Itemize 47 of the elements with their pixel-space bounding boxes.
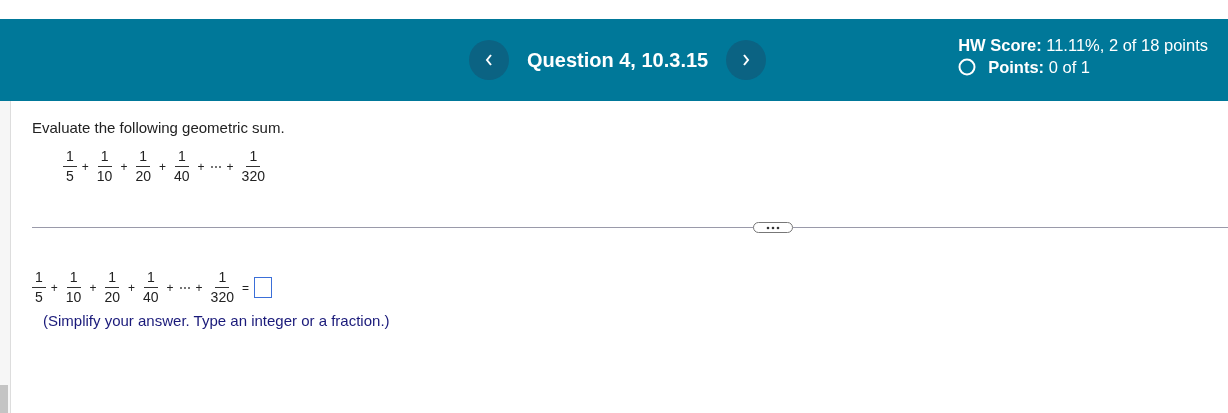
math-operator: = — [241, 280, 249, 295]
numerator: 1 — [63, 148, 77, 167]
math-operator: + — [120, 159, 128, 174]
points: Points: 0 of 1 — [988, 57, 1090, 77]
denominator: 10 — [95, 167, 114, 185]
math-operator: ⋯ — [209, 159, 222, 174]
math-operator: + — [166, 280, 174, 295]
denominator: 320 — [240, 167, 266, 185]
numerator: 1 — [174, 148, 189, 167]
denominator: 40 — [173, 167, 191, 185]
numerator: 1 — [136, 148, 151, 167]
scrollbar-thumb[interactable] — [0, 385, 8, 413]
question-title: Question 4, 10.3.15 — [527, 48, 709, 72]
more-button[interactable] — [753, 222, 793, 233]
circle-icon — [958, 58, 977, 76]
math-operator: ⋯ — [178, 280, 191, 295]
previous-button[interactable] — [469, 40, 509, 80]
dots-icon — [765, 225, 781, 230]
numerator: 1 — [143, 269, 158, 288]
next-button[interactable] — [726, 40, 767, 80]
answer-box[interactable] — [254, 277, 272, 298]
math-operator: + — [81, 159, 89, 174]
denominator: 320 — [209, 288, 235, 306]
numerator: 1 — [215, 269, 230, 288]
numerator: 1 — [66, 269, 81, 288]
instruction-text: (Simplify your answer. Type an integer or a fraction.) — [42, 311, 391, 329]
denominator: 5 — [34, 288, 44, 306]
chevron-right-icon — [742, 54, 751, 66]
denominator: 20 — [103, 288, 121, 306]
math-operator: + — [195, 280, 203, 295]
hw-score: HW Score: 11.11%, 2 of 18 points — [958, 35, 1208, 55]
denominator: 20 — [134, 167, 152, 185]
math-operator: + — [226, 159, 234, 174]
math-operator: + — [50, 280, 58, 295]
numerator: 1 — [105, 269, 120, 288]
numerator: 1 — [97, 148, 112, 167]
denominator: 10 — [64, 288, 83, 306]
denominator: 5 — [65, 167, 75, 185]
chevron-left-icon — [485, 54, 493, 66]
math-operator: + — [197, 159, 205, 174]
math-operator: + — [159, 159, 166, 174]
numerator: 1 — [246, 148, 261, 167]
denominator: 40 — [142, 288, 160, 306]
numerator: 1 — [32, 269, 46, 288]
math-operator: + — [89, 280, 97, 295]
math-operator: + — [128, 280, 135, 295]
question-prompt: Evaluate the following geometric sum. — [31, 118, 286, 136]
